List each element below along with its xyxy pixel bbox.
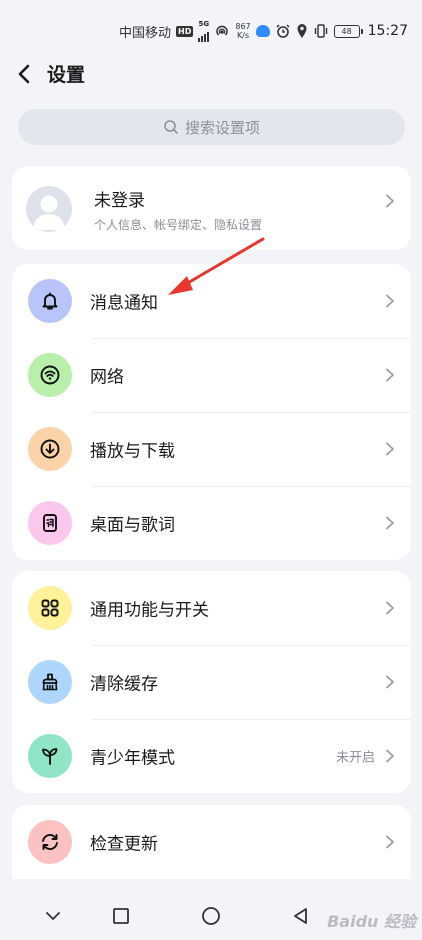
settings-item-notifications[interactable]: 消息通知 [12,264,411,338]
location-icon [297,24,307,38]
settings-item-label: 通用功能与开关 [90,600,209,621]
network-type: 5G [198,19,210,28]
grid-icon [28,586,72,630]
lyrics-icon [28,501,72,545]
nav-home-button[interactable] [198,903,224,929]
circle-icon [202,907,220,925]
chevron-right-icon [386,516,394,530]
sprout-icon [28,734,72,778]
teen-mode-status: 未开启 [335,750,375,766]
hd-badge: HD [176,25,194,37]
settings-item-playback-download[interactable]: 播放与下载 [12,412,411,486]
watermark: Baidu 经验 [327,912,416,931]
search-placeholder: 搜索设置项 [184,118,260,137]
settings-item-desktop-lyrics[interactable]: 桌面与歌词 [12,486,411,560]
broom-icon [28,660,72,704]
nav-back-button[interactable] [288,903,314,929]
profile-name: 未登录 [94,191,145,211]
chevron-right-icon [386,194,394,208]
settings-item-label: 检查更新 [90,834,158,855]
status-bar: 中国移动 HD 5G 867 K/s 48 15:27 [0,0,422,60]
profile-subtitle: 个人信息、帐号绑定、隐私设置 [94,218,263,232]
chevron-right-icon [386,442,394,456]
settings-item-label: 青少年模式 [90,748,175,769]
signal-icon: 5G [198,19,210,42]
clock: 15:27 [367,23,408,39]
square-icon [113,908,129,924]
chevron-right-icon [386,368,394,382]
page-title: 设置 [47,64,86,86]
system-nav-bar: Baidu 经验 [0,892,422,940]
nav-collapse-button[interactable] [40,903,66,929]
settings-group-2: 通用功能与开关 清除缓存 青少年模式 未开启 [12,571,411,793]
refresh-icon [28,820,72,864]
alarm-icon [276,24,290,38]
battery-icon: 48 [333,24,363,38]
chevron-right-icon [386,749,394,763]
settings-item-label: 桌面与歌词 [90,515,175,536]
cloud-icon [255,25,270,37]
settings-group-1: 消息通知 网络 播放与下载 桌面与歌词 [12,264,411,560]
search-icon [164,120,178,134]
search-input[interactable]: 搜索设置项 [18,109,405,145]
settings-item-clear-cache[interactable]: 清除缓存 [12,645,411,719]
avatar [26,186,72,232]
settings-item-label: 清除缓存 [90,674,158,695]
settings-item-network[interactable]: 网络 [12,338,411,412]
settings-item-teen-mode[interactable]: 青少年模式 未开启 [12,719,411,793]
triangle-back-icon [294,908,307,924]
profile-card[interactable]: 未登录 个人信息、帐号绑定、隐私设置 [12,166,411,250]
profile-row[interactable]: 未登录 个人信息、帐号绑定、隐私设置 [12,166,411,250]
vibrate-icon [314,24,327,38]
chevron-right-icon [386,835,394,849]
chevron-down-icon [46,912,60,920]
network-speed: 867 K/s [235,22,251,40]
settings-item-label: 网络 [90,367,124,388]
bell-icon [28,279,72,323]
header: 设置 [0,56,422,94]
wifi-icon [28,353,72,397]
hotspot-icon [216,25,229,36]
status-icons: 中国移动 HD 5G 867 K/s 48 15:27 [119,20,408,42]
nav-recents-button[interactable] [108,903,134,929]
carrier-name: 中国移动 [119,25,172,41]
download-icon [28,427,72,471]
back-arrow-icon[interactable] [14,62,36,86]
settings-group-3: 检查更新 [12,805,411,879]
chevron-right-icon [386,675,394,689]
settings-item-general[interactable]: 通用功能与开关 [12,571,411,645]
settings-item-label: 播放与下载 [90,441,175,462]
chevron-right-icon [386,601,394,615]
settings-item-label: 消息通知 [90,293,158,314]
chevron-right-icon [386,294,394,308]
settings-item-check-update[interactable]: 检查更新 [12,805,411,879]
